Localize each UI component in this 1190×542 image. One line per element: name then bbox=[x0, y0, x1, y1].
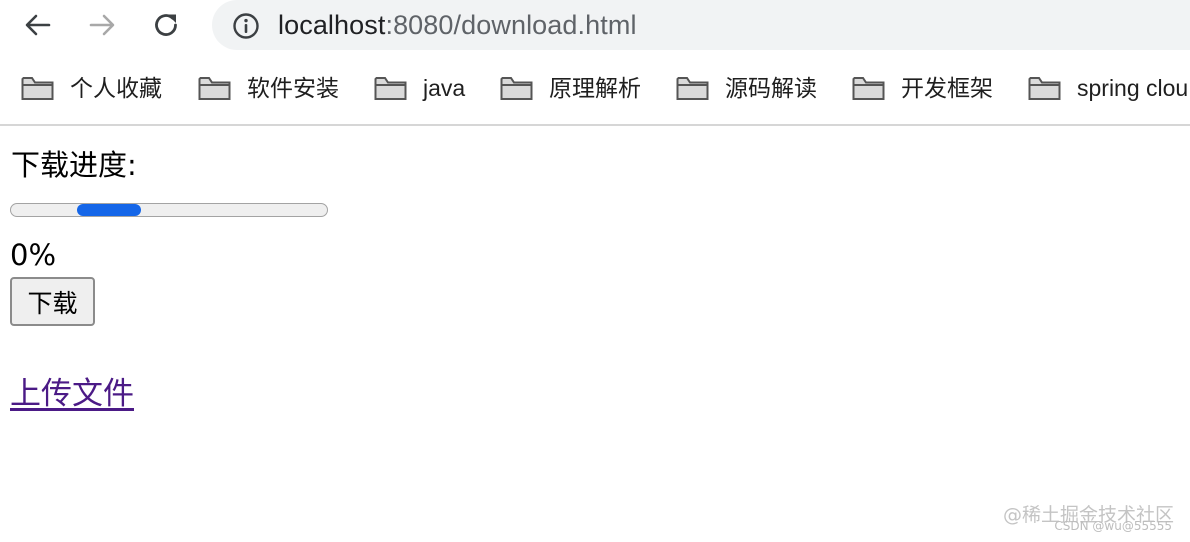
page-title: 下载进度: bbox=[11, 148, 137, 182]
folder-icon bbox=[852, 77, 885, 100]
url-path: :8080/download.html bbox=[385, 10, 637, 40]
folder-icon bbox=[198, 77, 231, 100]
folder-icon bbox=[676, 77, 709, 100]
folder-icon bbox=[1028, 77, 1061, 100]
bookmark-label: 个人收藏 bbox=[70, 75, 162, 101]
download-button[interactable]: 下载 bbox=[10, 277, 95, 326]
bookmark-item[interactable]: 开发框架 bbox=[852, 72, 993, 104]
url-text[interactable]: localhost:8080/download.html bbox=[278, 9, 637, 41]
bookmark-label: 源码解读 bbox=[725, 75, 817, 101]
bookmark-item[interactable]: 原理解析 bbox=[500, 72, 641, 104]
bookmark-item[interactable]: java bbox=[374, 72, 465, 104]
url-host: localhost bbox=[278, 10, 386, 40]
progress-percent: 0% bbox=[10, 238, 57, 272]
browser-toolbar: localhost:8080/download.html bbox=[0, 0, 1190, 52]
watermark-sub: CSDN @wu@55555 bbox=[1054, 519, 1172, 533]
arrow-right-icon bbox=[89, 14, 115, 36]
back-button[interactable] bbox=[18, 6, 58, 44]
bookmark-label: 原理解析 bbox=[549, 75, 641, 101]
arrow-left-icon bbox=[25, 14, 51, 36]
toolbar-divider bbox=[0, 124, 1190, 126]
progress-indicator bbox=[77, 204, 141, 216]
address-bar[interactable]: localhost:8080/download.html bbox=[212, 0, 1190, 50]
download-progress-bar bbox=[10, 203, 328, 217]
forward-button[interactable] bbox=[82, 6, 122, 44]
info-icon[interactable] bbox=[232, 12, 260, 40]
bookmark-item[interactable]: 软件安装 bbox=[198, 72, 339, 104]
bookmark-item[interactable]: spring clou bbox=[1028, 72, 1188, 104]
bookmark-label: 开发框架 bbox=[901, 75, 993, 101]
bookmark-item[interactable]: 源码解读 bbox=[676, 72, 817, 104]
folder-icon bbox=[374, 77, 407, 100]
upload-file-link[interactable]: 上传文件 bbox=[10, 374, 134, 414]
bookmark-label: 软件安装 bbox=[247, 75, 339, 101]
bookmark-label: java bbox=[423, 75, 466, 101]
folder-icon bbox=[500, 77, 533, 100]
reload-button[interactable] bbox=[146, 6, 186, 44]
bookmark-label: spring clou bbox=[1077, 75, 1189, 101]
reload-icon bbox=[155, 14, 177, 36]
folder-icon bbox=[21, 77, 54, 100]
bookmark-item[interactable]: 个人收藏 bbox=[21, 72, 162, 104]
bookmarks-bar: 个人收藏 软件安装 java 原理解析 源码解读 开发框架 spring clo… bbox=[0, 62, 1190, 114]
